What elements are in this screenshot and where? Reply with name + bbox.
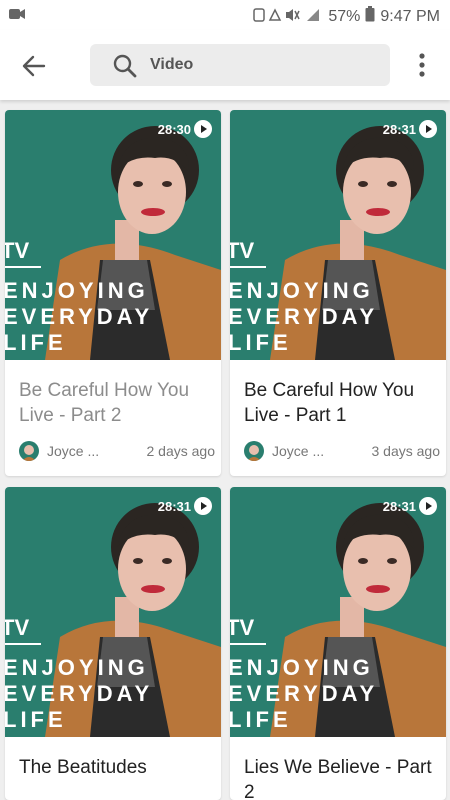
brand-line2: EVERYDAY [230,681,379,706]
video-meta: Joyce ... 3 days ago [244,440,440,464]
status-bar: 57% 9:47 PM [0,0,450,30]
brand-line1: ENJOYING [230,655,374,680]
brand-line1: ENJOYING [230,278,374,303]
duration-label: 28:31 [157,499,191,514]
play-icon [419,120,437,138]
avatar[interactable] [244,441,264,461]
brand-line1: ENJOYING [5,278,149,303]
arrow-left-icon [22,55,46,77]
more-vert-icon [419,53,425,77]
search-query: Video [150,56,194,73]
brand-tv: TV [5,615,30,640]
brand-line2: EVERYDAY [5,681,154,706]
video-card[interactable]: TV ENJOYING EVERYDAY LIFE 28:31 Lies We … [230,487,446,800]
brand-divider [230,643,266,645]
video-camera-icon [8,6,26,26]
video-title[interactable]: The Beatitudes [19,755,209,780]
play-icon [194,120,212,138]
upload-age: 3 days ago [371,443,441,459]
back-button[interactable] [18,50,50,82]
brand-line2: EVERYDAY [5,304,154,329]
video-thumbnail[interactable]: TV ENJOYING EVERYDAY LIFE 28:31 [5,487,221,737]
video-card[interactable]: TV ENJOYING EVERYDAY LIFE 28:31 The Beat… [5,487,221,800]
notification-icons [253,7,323,26]
author-name[interactable]: Joyce ... [47,443,99,459]
brand-line3: LIFE [5,707,67,732]
battery-icon [365,6,375,27]
video-card[interactable]: TV ENJOYING EVERYDAY LIFE 28:31 Be Caref… [230,110,446,476]
app-toolbar: Video [0,30,450,100]
video-meta: Joyce ... 2 days ago [19,440,215,464]
brand-line3: LIFE [230,707,292,732]
video-card[interactable]: TV ENJOYING EVERYDAY LIFE 28:30 Be Caref… [5,110,221,476]
brand-divider [5,266,41,268]
upload-age: 2 days ago [146,443,216,459]
brand-tv: TV [5,238,30,263]
search-input[interactable]: Video [90,44,390,86]
video-title[interactable]: Lies We Believe - Part 2 [244,755,434,800]
duration-label: 28:30 [157,122,191,137]
battery-percent: 57% [328,7,361,25]
play-icon [194,497,212,515]
brand-tv: TV [230,238,255,263]
brand-tv: TV [230,615,255,640]
video-title[interactable]: Be Careful How You Live - Part 2 [19,378,209,428]
video-thumbnail[interactable]: TV ENJOYING EVERYDAY LIFE 28:31 [230,487,446,737]
video-thumbnail[interactable]: TV ENJOYING EVERYDAY LIFE 28:30 [5,110,221,360]
play-icon [419,497,437,515]
video-thumbnail[interactable]: TV ENJOYING EVERYDAY LIFE 28:31 [230,110,446,360]
brand-divider [230,266,266,268]
more-options-button[interactable] [412,50,432,80]
duration-label: 28:31 [382,122,416,137]
clock: 9:47 PM [380,7,440,25]
brand-divider [5,643,41,645]
video-title[interactable]: Be Careful How You Live - Part 1 [244,378,434,428]
brand-line3: LIFE [230,330,292,355]
duration-label: 28:31 [382,499,416,514]
brand-line3: LIFE [5,330,67,355]
search-icon [112,53,138,84]
author-name[interactable]: Joyce ... [272,443,324,459]
brand-line2: EVERYDAY [230,304,379,329]
avatar[interactable] [19,441,39,461]
brand-line1: ENJOYING [5,655,149,680]
